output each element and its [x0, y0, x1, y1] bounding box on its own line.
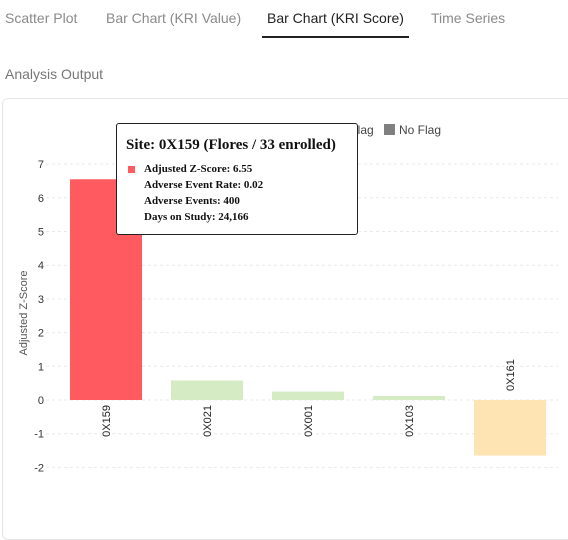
tooltip-row-days: Days on Study: 24,166 [144, 211, 249, 223]
bar-0x021[interactable] [171, 380, 243, 400]
y-tick-label: 7 [38, 159, 44, 171]
tooltip-title: Site: 0X159 (Flores / 33 enrolled) [126, 137, 336, 153]
x-tick-label: 0X161 [505, 359, 517, 391]
y-tick-label: 5 [38, 227, 44, 239]
x-tick-label: 0X001 [303, 405, 315, 437]
y-tick-label: 1 [38, 361, 44, 373]
y-tick-label: 6 [38, 193, 44, 205]
tooltip-row-ae-rate: Adverse Event Rate: 0.02 [144, 179, 264, 191]
x-tick-label: 0X103 [404, 405, 416, 437]
bar-0x001[interactable] [272, 391, 344, 400]
y-tick-label: -1 [34, 429, 44, 441]
legend-swatch [384, 124, 395, 135]
bar-0x103[interactable] [373, 395, 445, 400]
y-tick-label: 0 [38, 395, 44, 407]
y-tick-label: 3 [38, 294, 44, 306]
y-tick-label: -2 [34, 462, 44, 474]
y-tick-label: 2 [38, 328, 44, 340]
y-tick-label: 4 [38, 260, 44, 272]
bar-0x161[interactable] [474, 400, 546, 456]
tooltip-row-ae-count: Adverse Events: 400 [144, 195, 240, 207]
y-axis-ticks: -2 -1 0 1 2 3 4 5 6 7 [34, 159, 44, 474]
x-tick-label: 0X159 [101, 405, 113, 437]
x-tick-label: 0X021 [202, 405, 214, 437]
bar-chart: -2 -1 0 1 2 3 4 5 6 7 0X159 0X021 0X001 0X103 0X161 A… [18, 123, 558, 474]
legend-item-label[interactable]: No Flag [399, 123, 441, 137]
tooltip-color-swatch [128, 166, 135, 173]
y-axis-label: Adjusted Z-Score [18, 271, 30, 356]
bar-tooltip: Site: 0X159 (Flores / 33 enrolled) Adjus… [116, 123, 358, 235]
tooltip-row-zscore: Adjusted Z-Score: 6.55 [144, 163, 253, 175]
